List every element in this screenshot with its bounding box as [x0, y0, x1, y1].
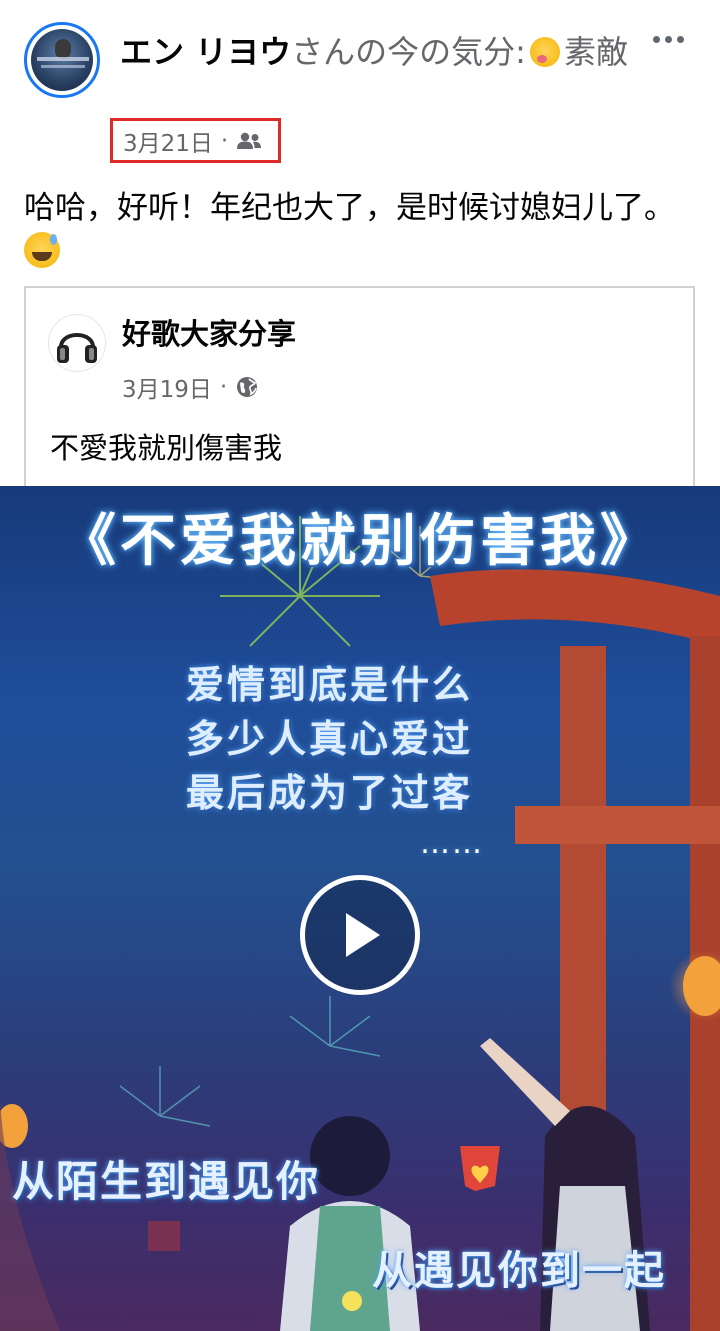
shared-page-avatar[interactable]	[48, 314, 106, 372]
headphones-icon	[57, 333, 97, 363]
play-icon	[346, 913, 380, 957]
feeling-prefix: さんの今の気分:	[291, 33, 526, 71]
subtitle-left: 从陌生到遇见你	[12, 1157, 321, 1206]
post-body: 哈哈，好听！年纪也大了，是时候讨媳妇儿了。	[24, 186, 704, 274]
globe-icon	[237, 377, 258, 397]
shared-meta-separator: ·	[219, 374, 228, 400]
author-avatar[interactable]	[24, 22, 100, 98]
feeling-label: 素敵	[563, 33, 628, 71]
friends-icon	[237, 132, 262, 149]
shared-post-card[interactable]: 好歌大家分享 3月19日 · 不愛我就別傷害我	[24, 286, 695, 496]
shared-meta: 3月19日 ·	[122, 370, 259, 404]
lyric-line-3: 最后成为了过客	[186, 771, 474, 815]
shared-date[interactable]: 3月19日	[122, 370, 212, 404]
play-button[interactable]	[300, 875, 420, 995]
post-text: 哈哈，好听！年纪也大了，是时候讨媳妇儿了。	[24, 190, 675, 226]
grinning-sweat-icon	[24, 232, 60, 268]
video-player[interactable]: 《不爱我就别伤害我》 爱情到底是什么 多少人真心爱过 最后成为了过客 …… 从陌…	[0, 486, 720, 1331]
video-title: 《不爱我就别伤害我》	[60, 509, 660, 574]
meta-separator: ·	[220, 127, 229, 154]
avatar-image	[31, 29, 93, 91]
post-header: エン リヨウさんの今の気分: 素敵 3月21日 ·	[0, 0, 720, 175]
post-timestamp-highlight[interactable]: 3月21日 ·	[110, 118, 281, 163]
more-options-icon	[652, 35, 660, 43]
subtitle-right: 从遇见你到一起	[372, 1248, 666, 1294]
author-name[interactable]: エン リヨウ	[120, 33, 291, 71]
shared-post-text: 不愛我就別傷害我	[50, 431, 283, 465]
shared-page-name[interactable]: 好歌大家分享	[122, 314, 296, 354]
lyric-line-1: 爱情到底是什么	[186, 663, 474, 707]
lyric-ellipsis: ……	[420, 826, 484, 861]
lyric-line-2: 多少人真心爱过	[186, 717, 474, 761]
post-date[interactable]: 3月21日	[123, 124, 213, 158]
author-line: エン リヨウさんの今の気分: 素敵	[120, 28, 640, 76]
smiling-face-with-hearts-icon	[529, 37, 560, 67]
more-options-button[interactable]	[640, 22, 696, 56]
